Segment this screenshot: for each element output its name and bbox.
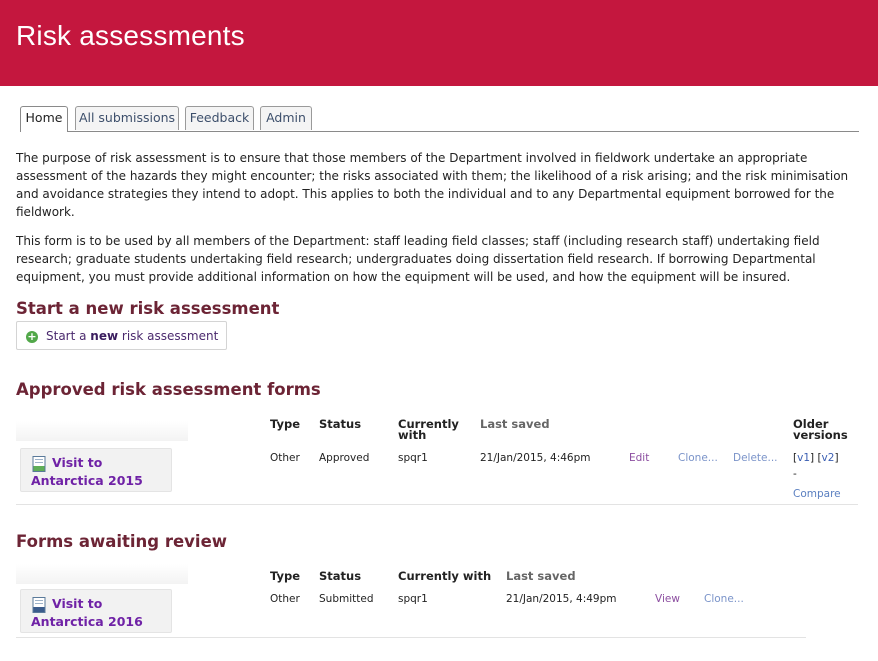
versions-separator: - — [793, 468, 797, 480]
row-divider — [16, 504, 858, 505]
intro-paragraph-2: This form is to be used by all members o… — [16, 234, 820, 284]
col-type: Type — [270, 569, 301, 583]
currently-with-cell: spqr1 — [398, 452, 428, 464]
col-status: Status — [319, 417, 362, 431]
header-banner: Risk assessments — [0, 0, 878, 86]
title-column-header — [16, 564, 188, 584]
col-last-saved: Last saved — [506, 569, 576, 583]
compare-link[interactable]: Compare — [793, 488, 841, 500]
add-circle-icon: + — [26, 330, 38, 343]
delete-link[interactable]: Delete... — [733, 452, 778, 464]
col-type: Type — [270, 417, 301, 431]
type-cell: Other — [270, 452, 300, 464]
col-last-saved: Last saved — [480, 417, 550, 431]
tab-feedback[interactable]: Feedback — [185, 106, 254, 130]
clone-link[interactable]: Clone... — [678, 452, 718, 464]
form-title-link[interactable]: Visit to Antarctica 2016 — [31, 595, 171, 631]
edit-link[interactable]: Edit — [629, 452, 649, 464]
title-column-header — [16, 421, 188, 441]
form-card-submitted[interactable]: Visit to Antarctica 2016 — [20, 589, 172, 633]
version-v2-link[interactable]: v2 — [822, 452, 835, 464]
col-older-versions: Older versions — [793, 417, 848, 442]
intro-paragraph-1: The purpose of risk assessment is to ens… — [16, 151, 849, 219]
view-link[interactable]: View — [655, 593, 680, 605]
awaiting-review-heading: Forms awaiting review — [16, 532, 228, 551]
start-new-assessment-label: Start a new risk assessment — [46, 329, 219, 343]
currently-with-cell: spqr1 — [398, 593, 428, 605]
tab-bar: Home All submissions Feedback Admin — [20, 106, 859, 132]
form-title-link[interactable]: Visit to Antarctica 2015 — [31, 454, 171, 490]
last-saved-cell: 21/Jan/2015, 4:46pm — [480, 452, 591, 464]
last-saved-cell: 21/Jan/2015, 4:49pm — [506, 593, 617, 605]
approved-forms-heading: Approved risk assessment forms — [16, 380, 321, 399]
row-divider — [16, 637, 806, 638]
older-versions-cell: [v1] [v2] — [793, 452, 839, 464]
clone-link[interactable]: Clone... — [704, 593, 744, 605]
tab-all-submissions[interactable]: All submissions — [75, 106, 179, 130]
form-card-approved[interactable]: Visit to Antarctica 2015 — [20, 448, 172, 492]
new-assessment-heading: Start a new risk assessment — [16, 299, 280, 318]
col-status: Status — [319, 569, 362, 583]
status-cell: Submitted — [319, 593, 374, 605]
tab-home[interactable]: Home — [20, 106, 68, 132]
page-title: Risk assessments — [16, 20, 245, 51]
version-v1-link[interactable]: v1 — [797, 452, 810, 464]
col-currently-with: Currently with — [398, 569, 492, 583]
start-new-assessment-button[interactable]: + Start a new risk assessment — [16, 321, 227, 350]
col-currently-with: Currently with — [398, 417, 459, 442]
status-cell: Approved — [319, 452, 370, 464]
tab-admin[interactable]: Admin — [260, 106, 312, 130]
type-cell: Other — [270, 593, 300, 605]
